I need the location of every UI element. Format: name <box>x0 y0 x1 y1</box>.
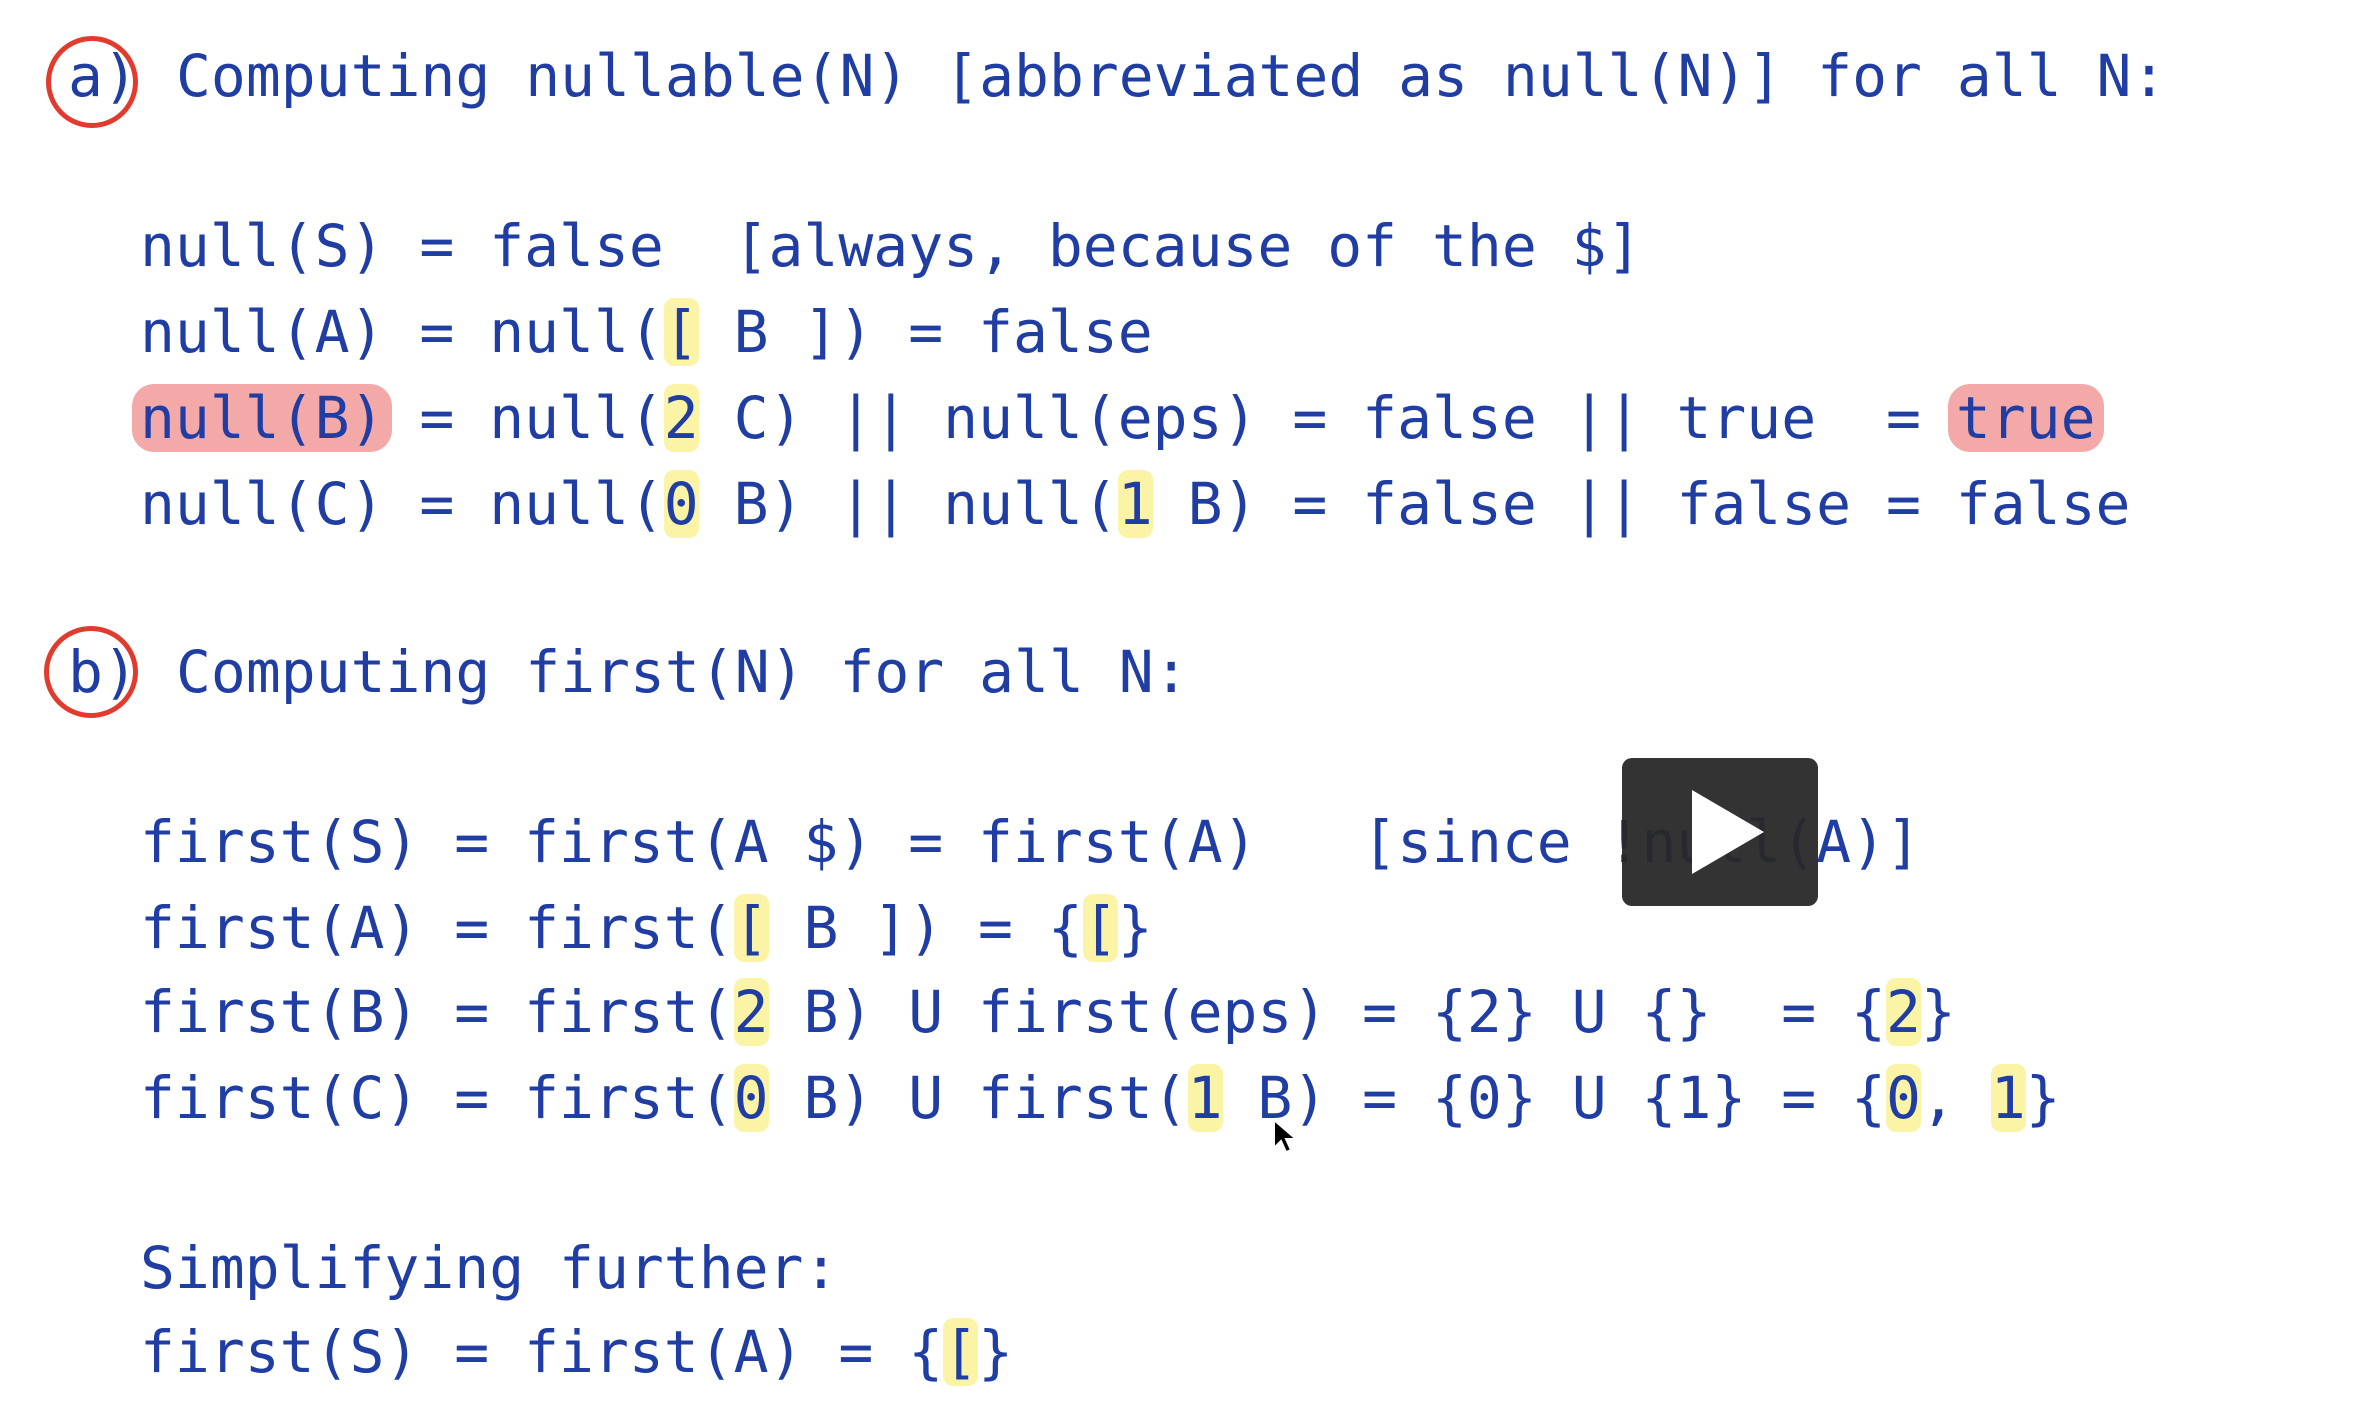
play-icon <box>1692 790 1764 874</box>
first-a-line: first(A) = first([ B ]) = {[} <box>140 888 1153 968</box>
text-segment: null(C) = null( <box>140 470 664 538</box>
section-b-heading: Computing first(N) for all N: <box>176 638 1189 706</box>
highlight-0-result: 0 <box>1885 1064 1921 1132</box>
text-segment: B) U first(eps) = {2} U {} = { <box>768 978 1886 1046</box>
text-segment: first(S) = first(A) = { <box>140 1318 944 1386</box>
video-frame: a) Computing nullable(N) [abbreviated as… <box>0 0 2365 1406</box>
text-segment: B ]) = { <box>768 894 1083 962</box>
highlight-1: 1 <box>1117 470 1153 538</box>
highlight-bracket: [ <box>733 894 769 962</box>
section-a-heading: Computing nullable(N) [abbreviated as nu… <box>176 42 2167 110</box>
null-b-line: null(B) = null(2 C) || null(eps) = false… <box>132 378 2104 458</box>
text-segment: } <box>978 1318 1013 1386</box>
text-segment: B) || null( <box>698 470 1118 538</box>
section-a-marker: a) <box>68 42 138 110</box>
highlight-true: true <box>1947 384 2104 452</box>
highlight-bracket: [ <box>663 298 699 366</box>
null-s-line: null(S) = false [always, because of the … <box>140 212 1642 280</box>
first-b-line: first(B) = first(2 B) U first(eps) = {2}… <box>140 972 1956 1052</box>
highlight-bracket-result: [ <box>943 1318 979 1386</box>
highlight-null-b: null(B) <box>132 384 393 452</box>
text-segment: = null( <box>384 384 664 452</box>
null-a-line: null(A) = null([ B ]) = false <box>140 292 1153 372</box>
highlight-1: 1 <box>1187 1064 1223 1132</box>
text-segment: } <box>2025 1064 2061 1132</box>
text-segment: } <box>1117 894 1153 962</box>
null-c-line: null(C) = null(0 B) || null(1 B) = false… <box>140 464 2130 544</box>
highlight-0: 0 <box>663 470 699 538</box>
play-button[interactable] <box>1622 758 1818 906</box>
text-segment: } <box>1920 978 1956 1046</box>
text-segment: B ]) = false <box>698 298 1153 366</box>
simplify-line: first(S) = first(A) = {[} <box>140 1312 1013 1392</box>
text-segment: null(A) = null( <box>140 298 664 366</box>
section-b-marker: b) <box>68 638 138 706</box>
first-c-line: first(C) = first(0 B) U first(1 B) = {0}… <box>140 1058 2061 1138</box>
text-segment: first(B) = first( <box>140 978 734 1046</box>
text-segment: first(C) = first( <box>140 1064 734 1132</box>
highlight-1-result: 1 <box>1990 1064 2026 1132</box>
text-segment: C) || null(eps) = false || true = <box>698 384 1956 452</box>
simplify-label: Simplifying further: <box>140 1234 839 1302</box>
text-segment: B) U first( <box>768 1064 1188 1132</box>
text-segment: B) = {0} U {1} = { <box>1222 1064 1886 1132</box>
highlight-2-result: 2 <box>1885 978 1921 1046</box>
mouse-cursor-icon <box>1273 1118 1299 1154</box>
highlight-2: 2 <box>663 384 699 452</box>
highlight-2: 2 <box>733 978 769 1046</box>
highlight-bracket-result: [ <box>1082 894 1118 962</box>
text-segment: , <box>1920 1064 1991 1132</box>
highlight-0: 0 <box>733 1064 769 1132</box>
text-segment: first(A) = first( <box>140 894 734 962</box>
text-segment: B) = false || false = false <box>1152 470 2131 538</box>
